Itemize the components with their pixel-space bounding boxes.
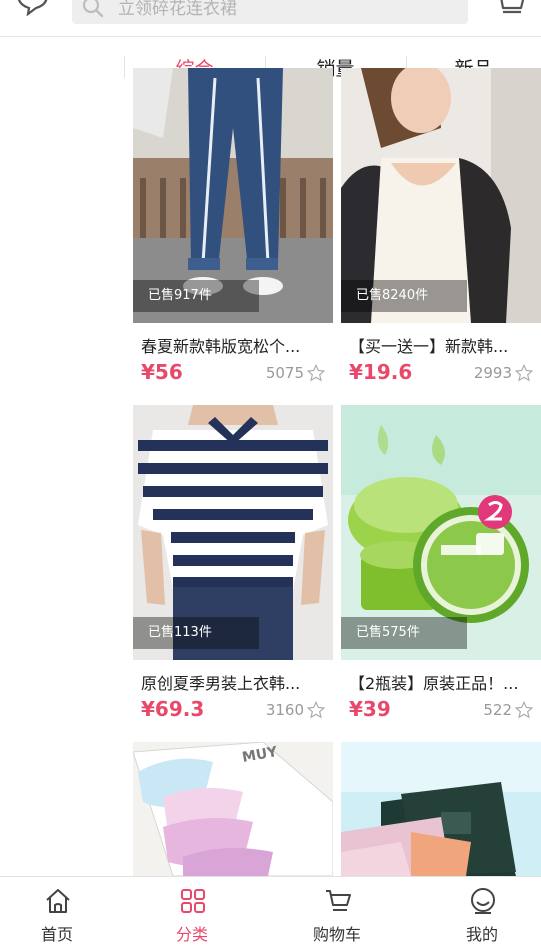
product-image[interactable]: 已售575件	[341, 405, 541, 660]
product-card[interactable]: 已售8240件 【买一送一】新款韩... ¥19.6 2993	[341, 68, 541, 398]
nav-profile[interactable]: 我的	[432, 877, 532, 948]
message-icon[interactable]	[14, 0, 50, 16]
product-card[interactable]: 已售917件 春夏新款韩版宽松个... ¥56 5075	[133, 68, 333, 398]
product-image[interactable]: 已售8240件	[341, 68, 541, 323]
favorite-count-value: 2993	[473, 364, 512, 382]
product-title[interactable]: 【2瓶装】原装正品！...	[349, 670, 539, 694]
nav-label: 购物车	[312, 925, 361, 944]
product-card[interactable]	[341, 742, 541, 876]
nav-home[interactable]: 首页	[7, 877, 107, 948]
sold-count-badge: 已售113件	[133, 617, 259, 649]
sold-count-badge: 已售917件	[133, 280, 259, 312]
sold-count-badge: 已售575件	[341, 617, 467, 649]
star-icon	[515, 364, 533, 382]
product-title[interactable]: 春夏新款韩版宽松个...	[141, 333, 331, 357]
home-icon	[46, 889, 70, 913]
favorite-count[interactable]: 5075	[266, 364, 325, 382]
nav-category[interactable]: 分类	[142, 877, 242, 948]
nav-cart[interactable]: 购物车	[287, 877, 387, 948]
category-grid-icon	[181, 889, 205, 913]
favorite-count-value: 522	[483, 701, 512, 719]
product-price: ¥39	[349, 697, 391, 721]
search-placeholder: 立领碎花连衣裙	[118, 0, 237, 19]
product-card[interactable]: 已售575件 【2瓶装】原装正品！... ¥39 522	[341, 405, 541, 735]
favorite-count-value: 3160	[265, 701, 304, 719]
product-title[interactable]: 原创夏季男装上衣韩...	[141, 670, 331, 694]
search-icon	[82, 0, 104, 18]
nav-label: 分类	[175, 925, 208, 944]
product-image[interactable]: MUY	[133, 742, 333, 876]
sold-count-badge: 已售8240件	[341, 280, 467, 312]
favorite-count[interactable]: 522	[483, 701, 533, 719]
star-icon	[307, 701, 325, 719]
product-card[interactable]: 已售113件 原创夏季男装上衣韩... ¥69.3 3160	[133, 405, 333, 735]
top-header: 立领碎花连衣裙	[0, 0, 541, 37]
star-icon	[515, 701, 533, 719]
profile-smile-icon	[471, 888, 495, 914]
product-image[interactable]: 已售917件	[133, 68, 333, 323]
product-title[interactable]: 【买一送一】新款韩...	[349, 333, 539, 357]
product-price: ¥19.6	[349, 360, 413, 384]
cart-icon[interactable]	[494, 0, 526, 18]
product-price: ¥69.3	[141, 697, 205, 721]
favorite-count[interactable]: 2993	[474, 364, 533, 382]
favorite-count[interactable]: 3160	[266, 701, 325, 719]
product-image[interactable]	[341, 742, 541, 876]
star-icon	[307, 364, 325, 382]
nav-label: 我的	[465, 925, 498, 944]
search-bar[interactable]: 立领碎花连衣裙	[72, 0, 468, 24]
product-price: ¥56	[141, 360, 183, 384]
favorite-count-value: 5075	[265, 364, 304, 382]
product-image[interactable]: 已售113件	[133, 405, 333, 660]
bottom-nav: 首页 分类 购物车 我的	[0, 876, 541, 948]
cart-icon	[326, 890, 351, 911]
nav-label: 首页	[40, 925, 73, 944]
product-card[interactable]: MUY	[133, 742, 333, 876]
